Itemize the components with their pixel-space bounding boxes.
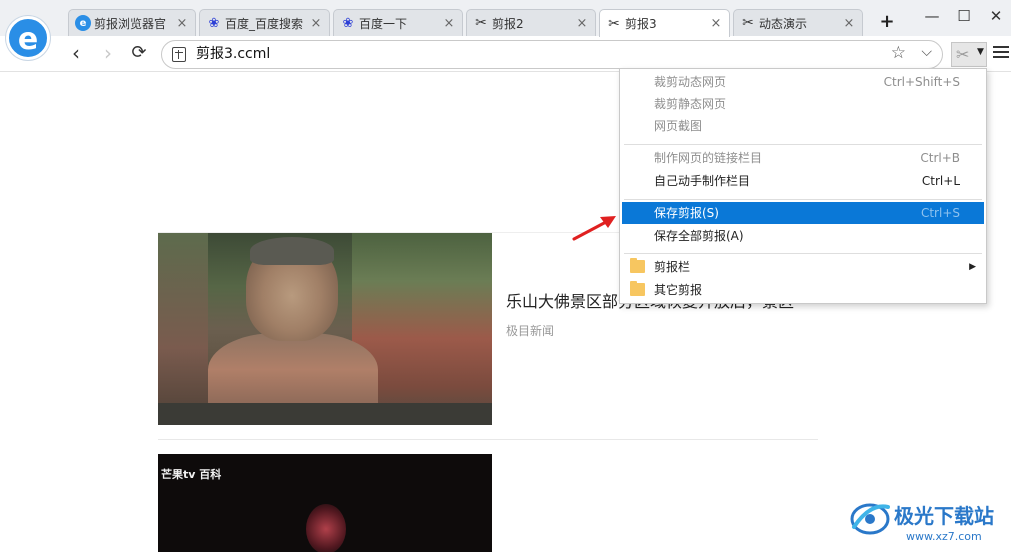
menu-separator — [624, 144, 982, 145]
menu-separator — [624, 253, 982, 254]
clip-tool-button[interactable]: ✂ ▼ — [951, 42, 987, 67]
scissors-icon: ✂ — [475, 15, 487, 31]
menu-separator — [624, 199, 982, 200]
tab-label: 剪报2 — [492, 16, 524, 31]
submenu-arrow-icon: ▶ — [969, 262, 976, 272]
scissors-icon: ✂ — [742, 15, 754, 31]
tab-strip: e 剪报浏览器官 × ❀ 百度_百度搜索 × ❀ 百度一下 × ✂ 剪报2 × … — [0, 0, 1011, 37]
maximize-button[interactable]: ☐ — [950, 4, 978, 28]
new-tab-button[interactable]: + — [875, 11, 899, 33]
toolbar: ‹ › ⟳ 剪报3.ccml ☆ ⌵ — [0, 36, 1011, 72]
close-icon[interactable]: × — [309, 16, 323, 31]
close-icon[interactable]: × — [575, 16, 589, 31]
close-icon[interactable]: × — [442, 16, 456, 31]
hamburger-menu-icon[interactable] — [993, 46, 1009, 60]
scissors-icon: ✂ — [956, 45, 970, 64]
browser-logo: e — [6, 16, 50, 60]
browser-window: e 剪报浏览器官 × ❀ 百度_百度搜索 × ❀ 百度一下 × ✂ 剪报2 × … — [0, 0, 1011, 552]
clip-dropdown-menu: 裁剪动态网页 Ctrl+Shift+S 裁剪静态网页 网页截图 制作网页的链接栏… — [619, 68, 987, 304]
tab-clip2[interactable]: ✂ 剪报2 × — [466, 9, 596, 36]
watermark-name: 极光下载站 — [894, 504, 994, 528]
back-button[interactable]: ‹ — [63, 40, 89, 66]
scissors-icon: ✂ — [608, 15, 620, 32]
watermark-logo-icon — [850, 503, 890, 535]
close-icon[interactable]: × — [175, 16, 189, 31]
tab-baidu-search[interactable]: ❀ 百度_百度搜索 × — [199, 9, 330, 36]
news-image-leshan-buddha[interactable] — [158, 233, 492, 425]
close-window-button[interactable]: ✕ — [982, 4, 1010, 28]
tab-dynamic-demo[interactable]: ✂ 动态演示 × — [733, 9, 863, 36]
tab-label: 百度_百度搜索 — [225, 16, 304, 31]
folder-icon — [630, 258, 645, 273]
tab-label: 百度一下 — [359, 16, 408, 31]
news-source: 极目新闻 — [506, 324, 555, 338]
menu-item-save-clip[interactable]: 保存剪报(S) Ctrl+S — [622, 202, 984, 224]
tab-clip3[interactable]: ✂ 剪报3 × — [599, 9, 730, 37]
menu-item-make-link-column[interactable]: 制作网页的链接栏目 Ctrl+B — [622, 147, 984, 169]
menu-item-clip-static[interactable]: 裁剪静态网页 — [622, 93, 984, 115]
red-pointer-arrow-icon — [572, 216, 616, 241]
menu-item-make-column-manually[interactable]: 自己动手制作栏目 Ctrl+L — [622, 170, 984, 192]
menu-item-save-all-clips[interactable]: 保存全部剪报(A) — [622, 225, 984, 247]
page-icon — [172, 47, 186, 62]
address-bar[interactable]: 剪报3.ccml ☆ ⌵ — [161, 40, 943, 69]
browser-icon: e — [75, 15, 91, 31]
star-icon[interactable]: ☆ — [891, 43, 906, 63]
chevron-down-icon[interactable]: ⌵ — [921, 44, 932, 60]
tab-label: 动态演示 — [759, 16, 808, 31]
close-icon[interactable]: × — [709, 16, 723, 31]
tab-baidu[interactable]: ❀ 百度一下 × — [333, 9, 463, 36]
close-icon[interactable]: × — [842, 16, 856, 31]
tab-label: 剪报3 — [625, 17, 657, 31]
news-image-second[interactable]: 芒果tv 百科 — [158, 454, 492, 552]
menu-item-clip-dynamic[interactable]: 裁剪动态网页 Ctrl+Shift+S — [622, 71, 984, 93]
menu-item-clip-bar[interactable]: 剪报栏 ▶ — [622, 256, 984, 278]
paw-icon: ❀ — [342, 15, 354, 31]
dropdown-arrow-icon[interactable]: ▼ — [977, 47, 984, 57]
tab-label: 剪报浏览器官 — [94, 16, 167, 31]
address-input[interactable]: 剪报3.ccml — [196, 41, 270, 68]
image-caption: 芒果tv 百科 — [161, 468, 222, 481]
minimize-button[interactable]: — — [918, 4, 946, 28]
divider — [158, 439, 818, 440]
folder-icon — [630, 281, 645, 296]
refresh-button[interactable]: ⟳ — [126, 40, 152, 66]
tab-clipper-official[interactable]: e 剪报浏览器官 × — [68, 9, 196, 36]
menu-item-screenshot[interactable]: 网页截图 — [622, 115, 984, 137]
menu-item-other-clips[interactable]: 其它剪报 — [622, 279, 984, 301]
paw-icon: ❀ — [208, 15, 220, 31]
watermark-url: www.xz7.com — [906, 530, 982, 543]
forward-button[interactable]: › — [95, 40, 121, 66]
